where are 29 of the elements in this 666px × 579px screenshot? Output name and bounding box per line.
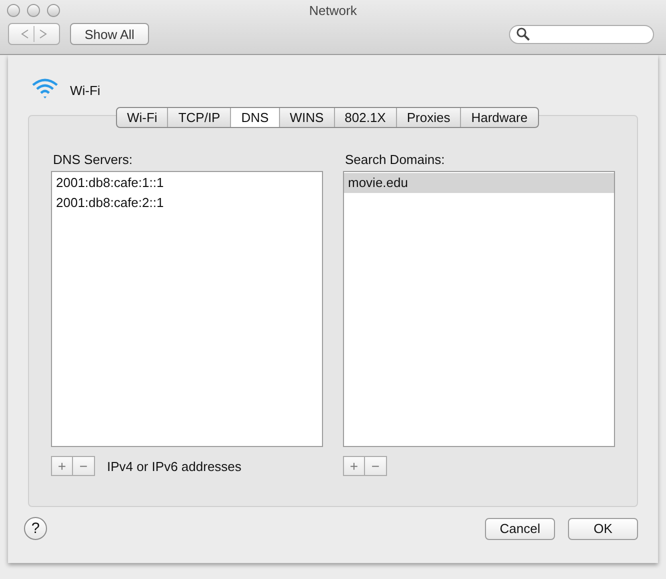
ok-button[interactable]: OK (568, 518, 638, 540)
list-box[interactable]: movie.edu (343, 171, 615, 447)
add-button[interactable]: + (343, 456, 365, 476)
list-box[interactable]: 2001:db8:cafe:1::1 2001:db8:cafe:2::1 (51, 171, 323, 447)
list-item[interactable]: 2001:db8:cafe:2::1 (52, 193, 322, 213)
tab[interactable]: DNS (231, 108, 280, 127)
window-title: Network (309, 2, 357, 18)
add-button[interactable]: + (51, 456, 73, 476)
minimize-button[interactable] (27, 4, 40, 17)
remove-button[interactable]: − (365, 456, 387, 476)
tab[interactable]: WINS (280, 108, 335, 127)
tab[interactable]: Proxies (396, 108, 462, 127)
close-button[interactable] (7, 4, 20, 17)
hint-text: IPv4 or IPv6 addresses (107, 458, 242, 474)
tab[interactable]: Hardware (461, 108, 538, 127)
help-button[interactable]: ? (24, 517, 47, 540)
search-icon (516, 27, 530, 41)
zoom-button[interactable] (47, 4, 60, 17)
cancel-button[interactable]: Cancel (485, 518, 555, 540)
list-item[interactable]: movie.edu (344, 173, 614, 193)
list-title: DNS Servers: (53, 152, 134, 167)
remove-button[interactable]: − (73, 456, 95, 476)
back-forward-control[interactable] (8, 23, 60, 45)
list-item[interactable]: 2001:db8:cafe:1::1 (52, 173, 322, 193)
list-title: Search Domains: (345, 152, 446, 167)
tab[interactable]: 802.1X (334, 108, 397, 127)
search-field[interactable] (509, 24, 654, 44)
show-all-button[interactable]: Show All (70, 23, 149, 45)
service-name: Wi-Fi (70, 82, 100, 98)
